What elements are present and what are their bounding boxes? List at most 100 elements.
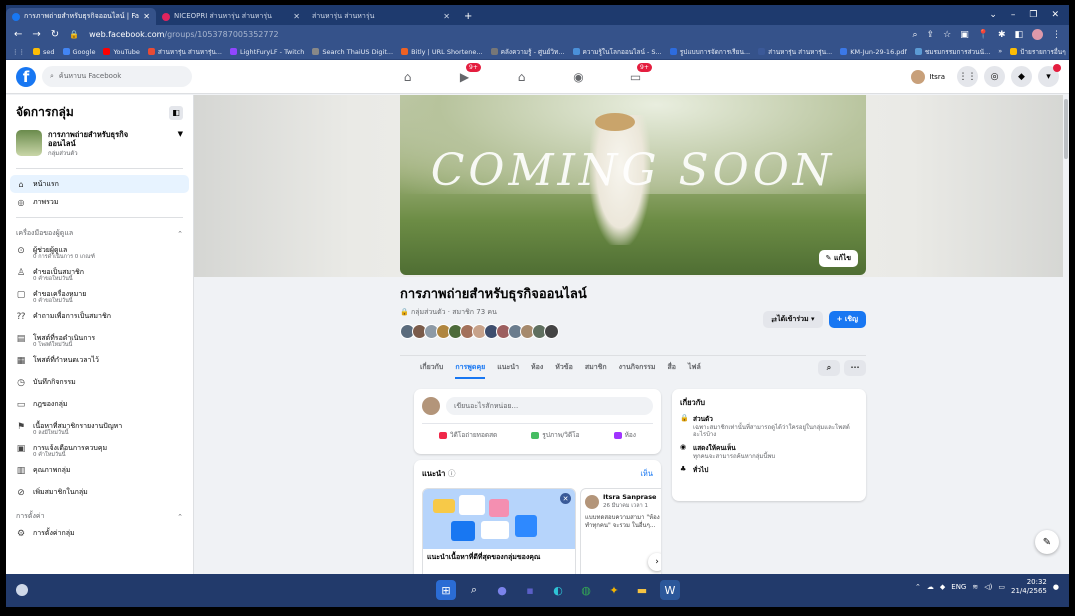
- post-input[interactable]: เขียนอะไรสักหน่อย...: [446, 397, 653, 415]
- messenger-icon[interactable]: ◎: [984, 66, 1005, 87]
- volume-icon[interactable]: ◁): [984, 583, 992, 591]
- next-arrow-icon[interactable]: ›: [648, 553, 661, 571]
- tab-topics[interactable]: หัวข้อ: [555, 362, 573, 373]
- sidebar-item-overview[interactable]: ◎ ภาพรวม: [6, 193, 193, 211]
- tab-files[interactable]: ไฟล์: [688, 362, 701, 373]
- word-icon[interactable]: W: [660, 580, 680, 600]
- invite-button[interactable]: + เชิญ: [828, 311, 866, 328]
- back-icon[interactable]: ←: [14, 29, 22, 40]
- sidebar-item-badge-requests[interactable]: ▢ คำขอเครื่องหมาย 0 คำขอใหม่วันนี้: [6, 287, 193, 309]
- browser-tab-1[interactable]: การภาพถ่ายสำหรับธุรกิจออนไลน์ | Fa ✕: [6, 8, 156, 25]
- bookmark-item[interactable]: LightFuryLF - Twitch: [230, 48, 304, 56]
- start-icon[interactable]: ⊞: [436, 580, 456, 600]
- widgets-icon[interactable]: [16, 584, 28, 596]
- forward-icon[interactable]: →: [32, 29, 40, 40]
- clock[interactable]: 20:32 21/4/2565: [1011, 578, 1047, 596]
- close-window-icon[interactable]: ✕: [1051, 10, 1059, 20]
- nav-gaming-icon[interactable]: ▭ 9+: [607, 60, 664, 94]
- photo-video-button[interactable]: รูปภาพ/วิดีโอ: [531, 430, 580, 440]
- sidebar-item-add-members[interactable]: ⊘ เพิ่มสมาชิกในกลุ่ม: [6, 485, 193, 507]
- group-switcher[interactable]: การภาพถ่ายสำหรับธุรกิจออนไลน์ กลุ่มส่วนต…: [6, 126, 193, 162]
- nav-marketplace-icon[interactable]: ⌂: [493, 60, 550, 94]
- sidebar-item-reported-content[interactable]: ⚑ เนื้อหาที่สมาชิกรายงานปัญหา 0 ลงมีใหม่วั…: [6, 419, 193, 441]
- see-all-link[interactable]: เห็น: [640, 468, 653, 480]
- bookmark-item[interactable]: ชมรมกรรมการส่วนนั...: [914, 47, 990, 57]
- member-avatar[interactable]: [544, 324, 559, 339]
- nav-watch-icon[interactable]: ▶ 9+: [436, 60, 493, 94]
- close-tab-icon[interactable]: ✕: [293, 12, 300, 21]
- tab-media[interactable]: สื่อ: [667, 362, 675, 373]
- bookmark-item[interactable]: Google: [62, 48, 95, 56]
- battery-icon[interactable]: ▭: [998, 583, 1005, 591]
- bookmark-item[interactable]: sed: [33, 48, 55, 56]
- teams-icon[interactable]: ▪: [520, 580, 540, 600]
- reload-icon[interactable]: ↻: [51, 29, 59, 40]
- sidebar-item-admin-assist[interactable]: ⊙ ผู้ช่วยผู้ดูแล 0 การดำเนินการ 0 เกณฑ์: [6, 243, 193, 265]
- browser-tab-2[interactable]: NICEOPRI ส่านหารุ่น ส่านหารุ่น ✕: [156, 8, 306, 25]
- recommended-card[interactable]: ✕ แนะนำเนื้อหาที่ดีที่สุดของกลุ่มของคุณ: [422, 488, 576, 574]
- pin-icon[interactable]: 📍: [978, 30, 989, 40]
- new-tab-button[interactable]: +: [456, 8, 480, 25]
- tab-search-icon[interactable]: ⌄: [989, 10, 997, 20]
- extension-icon[interactable]: ▣: [960, 30, 969, 40]
- room-button[interactable]: ห้อง: [613, 430, 636, 440]
- extensions-puzzle-icon[interactable]: ✱: [998, 30, 1006, 40]
- restore-icon[interactable]: ❐: [1029, 10, 1037, 20]
- profile-chip[interactable]: Itsra: [909, 68, 951, 86]
- browser-tab-3[interactable]: ส่านหารุ่น ส่านหารุ่น ✕: [306, 8, 456, 25]
- sidebar-item-scheduled-posts[interactable]: ▦ โพสต์ที่กำหนดเวลาไว้: [6, 353, 193, 375]
- profile-avatar[interactable]: [1032, 29, 1043, 40]
- bookmark-item[interactable]: ความรู้ในโลกออนไลน์ - S...: [572, 47, 662, 57]
- notifications-bell-icon[interactable]: ◆: [1011, 66, 1032, 87]
- facebook-search-input[interactable]: ⌕ ค้นหาบน Facebook: [42, 66, 192, 87]
- store-icon[interactable]: ✦: [604, 580, 624, 600]
- tab-members[interactable]: สมาชิก: [585, 362, 607, 373]
- bookmark-item[interactable]: คลังความรู้ - ศูนย์วิท...: [490, 47, 565, 57]
- live-video-button[interactable]: วิดีโอถ่ายทอดสด: [439, 430, 497, 440]
- tab-discussion[interactable]: การพูดคุย: [455, 362, 486, 379]
- account-chevron-icon[interactable]: ▾: [1038, 64, 1061, 87]
- wifi-icon[interactable]: ≋: [972, 583, 978, 591]
- menu-grid-icon[interactable]: ⋮⋮: [957, 66, 978, 87]
- tab-about[interactable]: เกี่ยวกับ: [420, 362, 443, 373]
- star-icon[interactable]: ☆: [943, 30, 951, 40]
- other-bookmarks[interactable]: ป้ายรายการอื่นๆ: [1010, 47, 1066, 57]
- app-tray-icon[interactable]: ◆: [940, 583, 945, 591]
- sidebar-item-group-rules[interactable]: ▭ กฎของกลุ่ม: [6, 397, 193, 419]
- sidebar-item-moderation-alerts[interactable]: ▣ การแจ้งเตือนการควบคุม 0 คำใหม่วันนี้: [6, 441, 193, 463]
- cloud-icon[interactable]: ☁: [927, 583, 934, 591]
- language-indicator[interactable]: ENG: [951, 583, 966, 591]
- share-icon[interactable]: ⇪: [927, 30, 935, 40]
- sidebar-item-pending-posts[interactable]: ▤ โพสต์ที่รอดำเนินการ 0 โพสต์ใหม่วันนี้: [6, 331, 193, 353]
- sidebar-item-member-requests[interactable]: ♙ คำขอเป็นสมาชิก 0 คำขอใหม่วันนี้: [6, 265, 193, 287]
- edge-icon[interactable]: ◐: [548, 580, 568, 600]
- chrome-icon[interactable]: ◍: [576, 580, 596, 600]
- facebook-logo-icon[interactable]: f: [16, 66, 36, 87]
- close-tab-icon[interactable]: ✕: [443, 12, 450, 21]
- sidepanel-icon[interactable]: ◧: [1014, 30, 1023, 40]
- search-icon[interactable]: ⌕: [913, 30, 918, 40]
- bookmark-item[interactable]: KM-Jun-29-16.pdf: [840, 48, 907, 56]
- explorer-icon[interactable]: ▬: [632, 580, 652, 600]
- search-icon[interactable]: ⌕: [818, 359, 840, 376]
- sidebar-item-home[interactable]: ⌂ หน้าแรก: [10, 175, 189, 193]
- scrollbar[interactable]: [1063, 95, 1069, 574]
- close-icon[interactable]: ✕: [560, 493, 571, 504]
- bookmark-item[interactable]: Bitly | URL Shortene...: [401, 48, 483, 56]
- tab-rooms[interactable]: ห้อง: [531, 362, 543, 373]
- tab-events[interactable]: งานกิจกรรม: [619, 362, 656, 373]
- admin-tools-header[interactable]: เครื่องมือของผู้ดูแล ⌃: [6, 224, 193, 243]
- tray-chevron-icon[interactable]: ⌃: [915, 583, 921, 591]
- collapse-sidebar-icon[interactable]: ◧: [169, 105, 183, 120]
- bookmark-item[interactable]: ส่านหารุ่น ส่านหารุ่น...: [758, 47, 832, 57]
- sidebar-item-membership-questions[interactable]: ⁇ คำถามเพื่อการเป็นสมาชิก: [6, 309, 193, 331]
- url-field[interactable]: web.facebook.com/groups/1053787005352772: [89, 30, 279, 39]
- bookmark-item[interactable]: รูปแบบการจัดการเรียน...: [669, 47, 750, 57]
- bookmark-item[interactable]: ส่านหารุ่น ส่านหารุ่น...: [147, 47, 222, 57]
- bookmark-item[interactable]: YouTube: [103, 48, 140, 56]
- bookmark-item[interactable]: Search ThaiUS Digit...: [312, 48, 393, 56]
- settings-header[interactable]: การตั้งค่า ⌃: [6, 507, 193, 526]
- sidebar-item-activity-log[interactable]: ◷ บันทึกกิจกรรม: [6, 375, 193, 397]
- sidebar-item-group-quality[interactable]: ▥ คุณภาพกลุ่ม: [6, 463, 193, 485]
- compose-message-icon[interactable]: ✎: [1035, 530, 1059, 554]
